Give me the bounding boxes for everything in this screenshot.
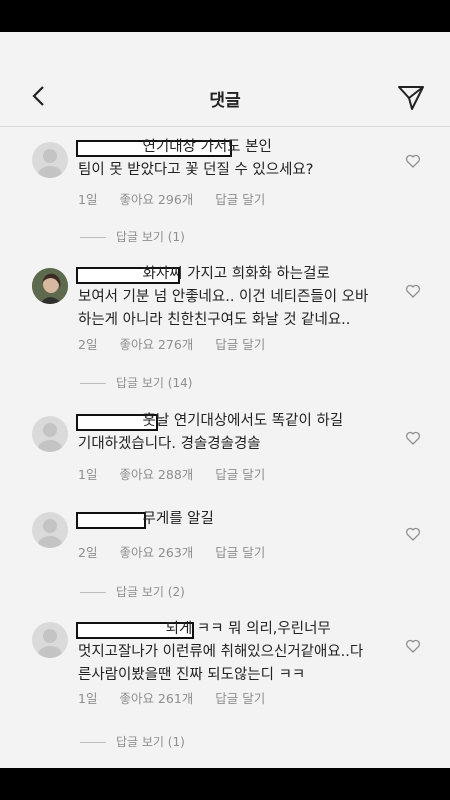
view-replies-label: 답글 보기 (1) [116, 230, 185, 244]
avatar[interactable] [32, 512, 68, 548]
heart-icon[interactable] [405, 638, 421, 654]
profile-photo-icon [32, 268, 68, 304]
comments-screen: 댓글 연기대상 가서도 본인 팀이 못 받았다고 꽃 던질 수 있으세요? 1일… [0, 32, 450, 768]
avatar[interactable] [32, 622, 68, 658]
default-avatar-icon [38, 149, 62, 178]
comment-meta: 2일 좋아요 276개 답글 달기 [78, 334, 283, 353]
view-replies-link[interactable]: 답글 보기 (2) [80, 583, 185, 600]
view-replies-label: 답글 보기 (2) [116, 585, 185, 599]
view-replies-label: 답글 보기 (14) [116, 376, 193, 390]
replies-dash [80, 237, 106, 238]
comment-text: 화사씨 가지고 희화화 하는걸로 보여서 기분 넘 안좋네요.. 이건 네티즌들… [78, 266, 369, 328]
replies-dash [80, 742, 106, 743]
view-replies-link[interactable]: 답글 보기 (1) [80, 733, 185, 750]
heart-icon[interactable] [405, 153, 421, 169]
view-replies-label: 답글 보기 (1) [116, 735, 185, 749]
comment-meta: 1일 좋아요 296개 답글 달기 [78, 189, 283, 208]
default-avatar-icon [38, 629, 62, 658]
comment-text: 연기대상 가서도 본인 팀이 못 받았다고 꽃 던질 수 있으세요? [78, 139, 314, 178]
reply-button[interactable]: 답글 달기 [215, 691, 265, 706]
comment-time: 2일 [78, 337, 98, 352]
avatar[interactable] [32, 142, 68, 178]
comment-meta: 2일 좋아요 263개 답글 달기 [78, 542, 283, 561]
comment-meta: 1일 좋아요 288개 답글 달기 [78, 464, 283, 483]
comment-meta: 1일 좋아요 261개 답글 달기 [78, 688, 283, 707]
heart-icon[interactable] [405, 283, 421, 299]
default-avatar-icon [38, 423, 62, 452]
paper-plane-icon[interactable] [396, 82, 426, 112]
heart-icon[interactable] [405, 526, 421, 542]
replies-dash [80, 383, 106, 384]
reply-button[interactable]: 답글 달기 [215, 467, 265, 482]
reply-button[interactable]: 답글 달기 [215, 337, 265, 352]
comment-likes[interactable]: 좋아요 296개 [119, 192, 193, 207]
comment-likes[interactable]: 좋아요 261개 [119, 691, 193, 706]
comment-time: 1일 [78, 691, 98, 706]
comment-likes[interactable]: 좋아요 263개 [119, 545, 193, 560]
comment-likes[interactable]: 좋아요 288개 [119, 467, 193, 482]
page-title: 댓글 [209, 91, 241, 111]
replies-dash [80, 592, 106, 593]
reply-button[interactable]: 답글 달기 [215, 545, 265, 560]
view-replies-link[interactable]: 답글 보기 (1) [80, 228, 185, 245]
comment-time: 1일 [78, 192, 98, 207]
comment-text: 무게를 알길 [78, 511, 214, 527]
header-divider [0, 126, 450, 127]
reply-button[interactable]: 답글 달기 [215, 192, 265, 207]
view-replies-link[interactable]: 답글 보기 (14) [80, 374, 192, 391]
comment-time: 2일 [78, 545, 98, 560]
header: 댓글 [0, 32, 450, 127]
avatar[interactable] [32, 268, 68, 304]
avatar[interactable] [32, 416, 68, 452]
comment-likes[interactable]: 좋아요 276개 [119, 337, 193, 352]
comment-text: 되게 ㅋㅋ 뭐 의리,우린너무 멋지고잘나가 이런류에 취해있으신거같애요..다… [78, 621, 364, 683]
comment-time: 1일 [78, 467, 98, 482]
default-avatar-icon [38, 519, 62, 548]
heart-icon[interactable] [405, 430, 421, 446]
comment-text: 훗날 연기대상에서도 똑같이 하길 기대하겠습니다. 경솔경솔경솔 [78, 413, 344, 452]
